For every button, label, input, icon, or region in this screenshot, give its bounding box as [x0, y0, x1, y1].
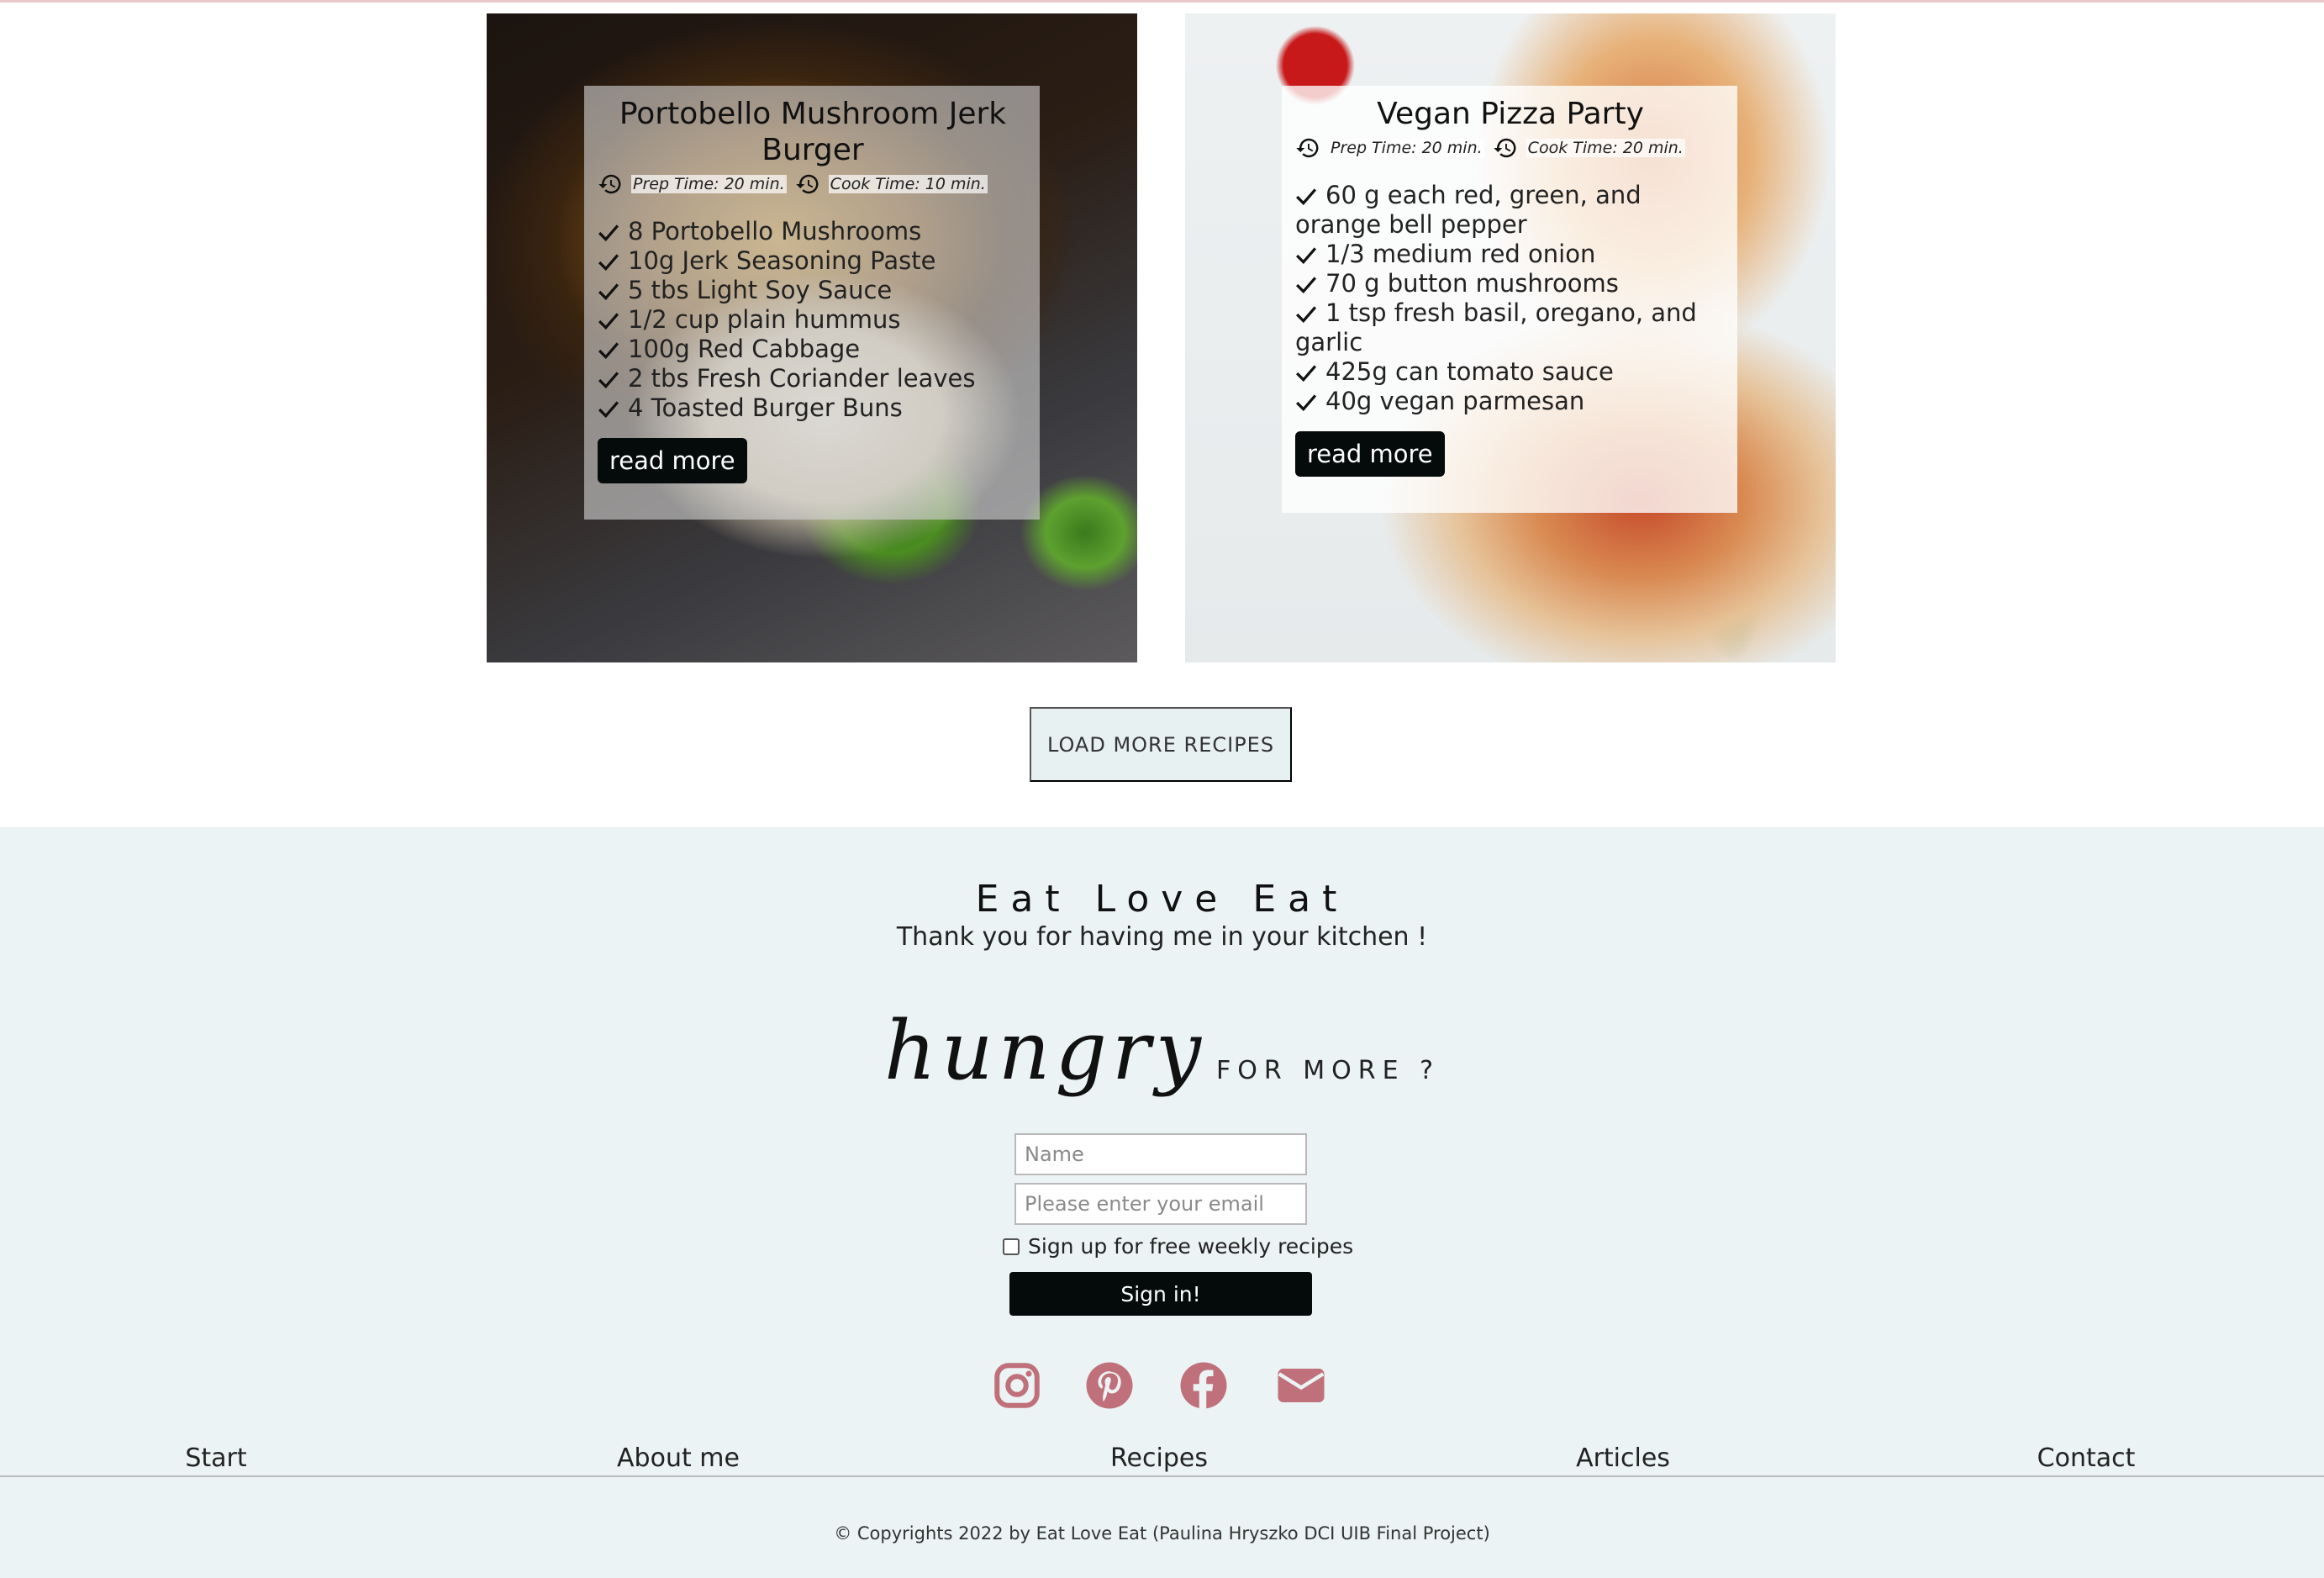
facebook-icon [1180, 1362, 1227, 1409]
pinterest-icon [1086, 1362, 1133, 1409]
check-icon [598, 283, 619, 300]
read-more-button[interactable]: read more [598, 438, 747, 483]
footer-divider [0, 1475, 2324, 1477]
history-icon [598, 174, 621, 194]
recipe-times: Prep Time: 20 min. Cook Time: 20 min. [1295, 135, 1726, 161]
check-icon [1296, 394, 1317, 411]
check-icon [598, 224, 619, 241]
instagram-icon [994, 1363, 1040, 1408]
ingredient-item: 10g Jerk Seasoning Paste [598, 246, 1028, 276]
nav-contact[interactable]: Contact [2037, 1443, 2136, 1473]
recipe-overlay: Portobello Mushroom Jerk Burger Prep Tim… [584, 86, 1040, 520]
recipe-times: Prep Time: 20 min. Cook Time: 10 min. [598, 172, 1028, 197]
facebook-link[interactable] [1178, 1360, 1229, 1411]
history-icon [1296, 138, 1319, 158]
check-icon [598, 372, 619, 388]
check-icon [1296, 188, 1317, 205]
newsletter-heading: hungry FOR MORE ? [0, 1004, 2324, 1098]
recipe-card-burger: Portobello Mushroom Jerk Burger Prep Tim… [487, 13, 1137, 662]
hungry-script: hungry [883, 1004, 1207, 1098]
prep-time: Prep Time: 20 min. [631, 175, 787, 193]
ingredient-item: 1 tsp fresh basil, oregano, and garlic [1295, 298, 1697, 356]
envelope-icon [1278, 1369, 1325, 1402]
instagram-link[interactable] [992, 1360, 1042, 1411]
footer: Eat Love Eat Thank you for having me in … [0, 827, 2324, 1578]
email-field[interactable] [1014, 1183, 1307, 1225]
nav-articles[interactable]: Articles [1576, 1443, 1670, 1473]
recipe-overlay: Vegan Pizza Party Prep Time: 20 min. Coo… [1282, 86, 1737, 513]
load-more-recipes-button[interactable]: LOAD MORE RECIPES [1030, 707, 1292, 782]
footer-nav: Start About me Recipes Articles Contact [0, 1443, 2324, 1477]
ingredient-item: 60 g each red, green, and orange bell pe… [1295, 181, 1642, 239]
signup-checkbox[interactable] [1003, 1238, 1020, 1255]
check-icon [598, 401, 619, 418]
read-more-button[interactable]: read more [1295, 431, 1445, 477]
nav-recipes[interactable]: Recipes [1110, 1443, 1208, 1473]
recipe-title: Vegan Pizza Party [1377, 97, 1644, 131]
history-icon [795, 174, 819, 194]
ingredient-list: 60 g each red, green, and orange bell pe… [1295, 181, 1726, 416]
cook-time: Cook Time: 20 min. [1526, 139, 1685, 157]
top-border [0, 0, 2324, 3]
recipe-title: Portobello Mushroom Jerk Burger [619, 97, 1007, 167]
nav-about-me[interactable]: About me [617, 1443, 740, 1473]
name-field[interactable] [1014, 1133, 1307, 1175]
footer-tagline: Thank you for having me in your kitchen … [896, 922, 1428, 952]
history-icon [1493, 138, 1516, 158]
check-icon [1296, 365, 1317, 382]
ingredient-item: 70 g button mushrooms [1295, 269, 1726, 298]
ingredient-item: 5 tbs Light Soy Sauce [598, 276, 1028, 305]
recipe-card-pizza: Vegan Pizza Party Prep Time: 20 min. Coo… [1185, 13, 1836, 662]
ingredient-item: 1/3 medium red onion [1295, 240, 1726, 269]
ingredient-item: 8 Portobello Mushrooms [598, 217, 1028, 246]
email-link[interactable] [1276, 1360, 1326, 1411]
footer-brand: Eat Love Eat [975, 878, 1349, 921]
check-icon [598, 254, 619, 271]
sign-in-button[interactable]: Sign in! [1009, 1272, 1312, 1316]
check-icon [1296, 277, 1317, 293]
ingredient-item: 2 tbs Fresh Coriander leaves [598, 364, 1028, 393]
copyright-text: © Copyrights 2022 by Eat Love Eat (Pauli… [834, 1523, 1490, 1544]
signup-label: Sign up for free weekly recipes [1028, 1234, 1354, 1259]
check-icon [1296, 247, 1317, 264]
check-icon [1296, 306, 1317, 323]
ingredient-item: 100g Red Cabbage [598, 335, 1028, 364]
ingredient-item: 40g vegan parmesan [1295, 387, 1726, 416]
for-more-text: FOR MORE ? [1216, 1056, 1441, 1085]
signup-checkbox-row[interactable]: Sign up for free weekly recipes [1003, 1234, 1353, 1259]
ingredient-item: 4 Toasted Burger Buns [598, 393, 1028, 423]
cook-time: Cook Time: 10 min. [828, 175, 988, 193]
ingredient-item: 425g can tomato sauce [1295, 357, 1726, 387]
nav-start[interactable]: Start [185, 1443, 246, 1473]
ingredient-item: 1/2 cup plain hummus [598, 305, 1028, 335]
prep-time: Prep Time: 20 min. [1329, 139, 1484, 157]
check-icon [598, 313, 619, 330]
check-icon [598, 342, 619, 359]
ingredient-list: 8 Portobello Mushrooms 10g Jerk Seasonin… [598, 217, 1028, 423]
pinterest-link[interactable] [1084, 1360, 1135, 1411]
